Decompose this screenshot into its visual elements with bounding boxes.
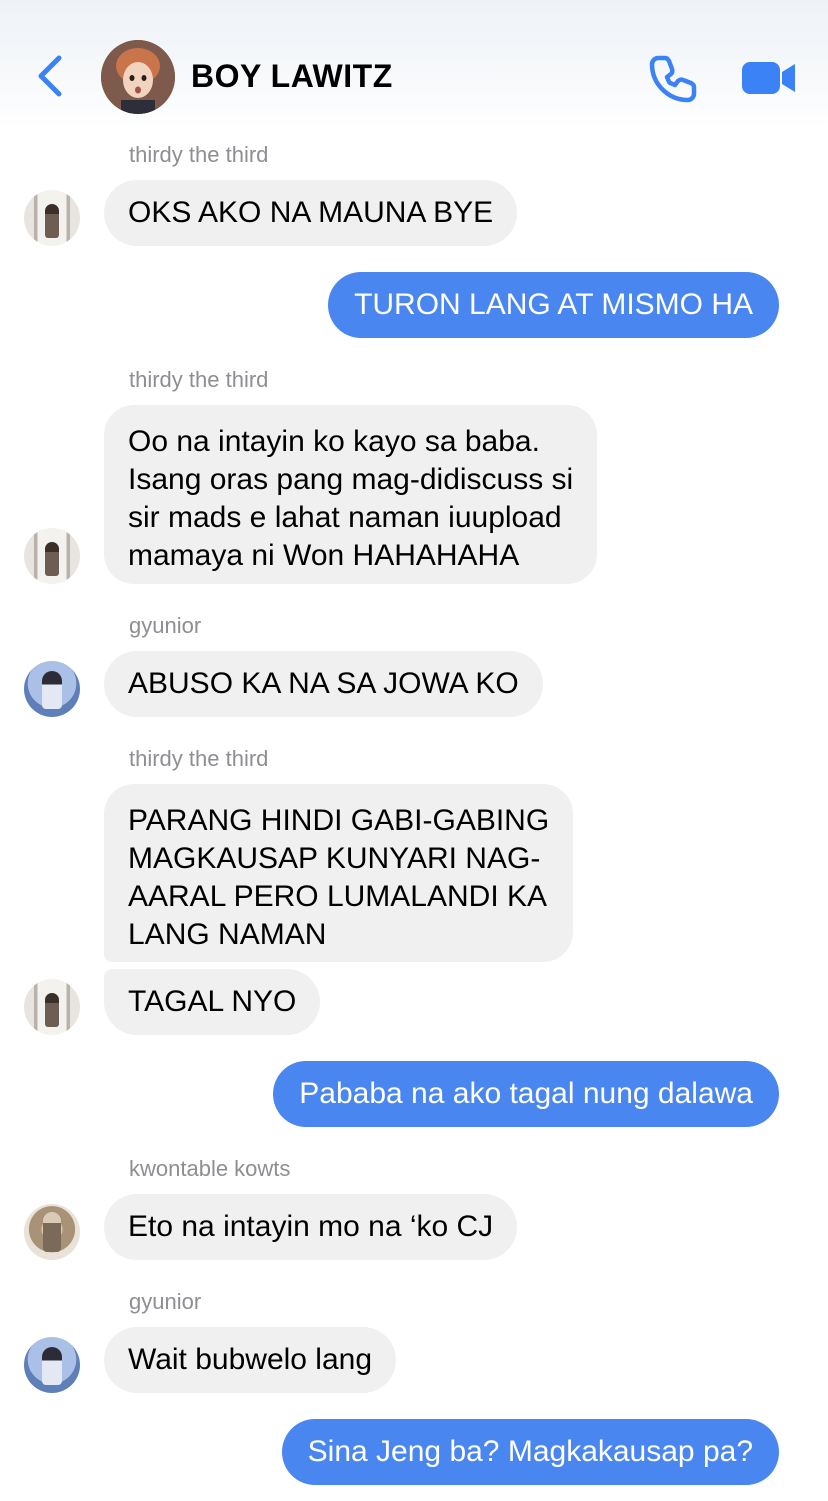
message-text: TURON LANG AT MISMO HA — [354, 288, 753, 321]
message-text-line: PARANG HINDI GABI-GABING — [128, 804, 550, 837]
message-text-line: LANG NAMAN — [128, 918, 327, 951]
voice-call-button[interactable] — [648, 52, 700, 104]
message-bubble-incoming[interactable]: Wait bubwelo lang — [104, 1327, 397, 1393]
sender-name: kwontable kowts — [129, 1156, 291, 1181]
chat-header: BOY LAWITZ — [0, 0, 828, 128]
sender-name: gyunior — [129, 613, 202, 638]
message-bubble-incoming[interactable]: ABUSO KA NA SA JOWA KO — [104, 651, 543, 717]
video-camera-icon — [742, 62, 795, 94]
message-bubble-outgoing[interactable]: TURON LANG AT MISMO HA — [328, 272, 779, 338]
message-text-line: mamaya ni Won HAHAHAHA — [128, 539, 520, 572]
message-text-line: MAGKAUSAP KUNYARI NAG- — [128, 842, 541, 875]
back-button[interactable] — [28, 50, 72, 102]
message-bubble-incoming[interactable]: TAGAL NYO — [104, 969, 321, 1035]
message-text-line: sir mads e lahat naman iuupload — [128, 501, 562, 534]
video-call-button[interactable] — [740, 58, 798, 98]
message-text-line: Oo na intayin ko kayo sa baba. — [128, 425, 540, 458]
message-text: Eto na intayin mo na ‘ko CJ — [128, 1210, 494, 1243]
sender-name: thirdy the third — [129, 746, 269, 771]
sender-avatar[interactable] — [24, 1337, 80, 1393]
sender-name: thirdy the third — [129, 367, 269, 392]
avatar-photo — [101, 40, 175, 114]
message-text: Wait bubwelo lang — [128, 1343, 373, 1376]
message-text: Pababa na ako tagal nung dalawa — [299, 1077, 753, 1110]
message-bubble-incoming[interactable]: PARANG HINDI GABI-GABING MAGKAUSAP KUNYA… — [104, 784, 574, 962]
contact-name[interactable]: BOY LAWITZ — [191, 56, 393, 96]
message-text: Sina Jeng ba? Magkakausap pa? — [307, 1435, 753, 1468]
sender-avatar[interactable] — [24, 979, 80, 1035]
sender-avatar[interactable] — [24, 528, 80, 584]
contact-avatar[interactable] — [101, 40, 175, 114]
message-bubble-incoming[interactable]: Eto na intayin mo na ‘ko CJ — [104, 1194, 518, 1260]
message-bubble-outgoing[interactable]: Sina Jeng ba? Magkakausap pa? — [281, 1419, 779, 1485]
message-text: TAGAL NYO — [128, 985, 297, 1018]
message-text-line: Isang oras pang mag-didiscuss si — [128, 463, 574, 496]
message-text: ABUSO KA NA SA JOWA KO — [128, 667, 519, 700]
sender-avatar[interactable] — [24, 1204, 80, 1260]
sender-name: gyunior — [129, 1289, 202, 1314]
sender-name: thirdy the third — [129, 142, 269, 167]
phone-icon — [649, 55, 697, 103]
chevron-left-icon — [38, 55, 62, 97]
sender-avatar[interactable] — [24, 661, 80, 717]
message-text: OKS AKO NA MAUNA BYE — [128, 196, 494, 229]
sender-avatar[interactable] — [24, 190, 80, 246]
message-bubble-outgoing[interactable]: Pababa na ako tagal nung dalawa — [273, 1061, 779, 1127]
message-bubble-incoming[interactable]: Oo na intayin ko kayo sa baba. Isang ora… — [104, 405, 598, 584]
message-bubble-incoming[interactable]: OKS AKO NA MAUNA BYE — [104, 180, 518, 246]
message-text-line: AARAL PERO LUMALANDI KA — [128, 880, 548, 913]
